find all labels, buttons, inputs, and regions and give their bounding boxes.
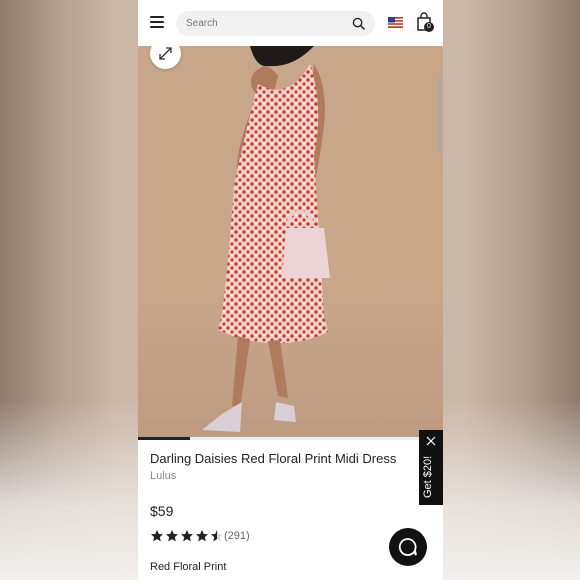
cart-count-badge: 0 <box>424 22 434 32</box>
product-title: Darling Daisies Red Floral Print Midi Dr… <box>150 451 397 466</box>
close-icon[interactable] <box>425 435 437 447</box>
product-image[interactable] <box>138 46 443 439</box>
search-icon[interactable] <box>352 17 365 30</box>
header: 0 <box>138 0 443 47</box>
product-brand[interactable]: Lulus <box>150 470 176 482</box>
menu-icon[interactable] <box>150 16 164 28</box>
star-icon <box>211 530 223 542</box>
scrollbar[interactable] <box>438 76 441 154</box>
promo-tab[interactable]: Get $20! <box>419 430 443 505</box>
star-icon <box>166 530 178 542</box>
star-icon <box>151 530 163 542</box>
promo-label[interactable]: Get $20! <box>422 456 434 498</box>
chat-icon <box>398 538 417 556</box>
star-icon <box>196 530 208 542</box>
phone-screen: 0 <box>138 0 443 580</box>
expand-icon <box>159 47 172 60</box>
us-flag-icon[interactable] <box>388 17 403 28</box>
expand-button[interactable] <box>150 46 181 69</box>
chat-button[interactable] <box>389 528 427 566</box>
review-count[interactable]: (291) <box>224 530 250 542</box>
star-icon <box>181 530 193 542</box>
gallery-progress-fill <box>138 437 190 440</box>
model-photo <box>202 46 330 432</box>
search-bar[interactable] <box>176 11 375 36</box>
product-price: $59 <box>150 503 174 519</box>
product-color: Red Floral Print <box>150 561 227 573</box>
search-input[interactable] <box>186 11 346 36</box>
gallery-progress <box>138 437 443 440</box>
